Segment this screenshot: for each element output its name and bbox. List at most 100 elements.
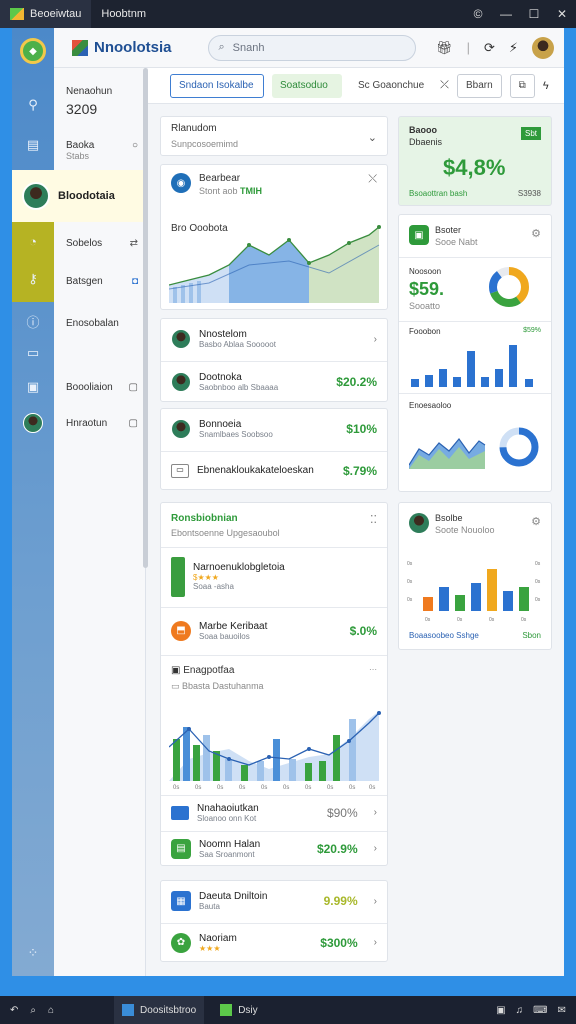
taskbar-app-1[interactable]: Doositsbtroo: [114, 996, 205, 1024]
svg-text:0s: 0s: [489, 617, 495, 623]
list-item[interactable]: Dootnoka Saobnboo alb Sbaaaa $20.2%: [161, 361, 387, 401]
nav-item-5[interactable]: Boooliaion ▢: [54, 382, 146, 393]
home-icon[interactable]: ⌂: [48, 1005, 54, 1016]
list-item[interactable]: Nnostelom Basbo Ablaa Sooooot ›: [161, 319, 387, 359]
stats-card: ▣ Bsoter Sooe Nabt ⚙ Noosoon $59. Sooatt…: [398, 214, 552, 492]
chevron-right-icon: ›: [373, 807, 377, 818]
leaf-icon: ✿: [171, 932, 191, 953]
pulse-icon[interactable]: ϟ: [543, 80, 549, 92]
browser-tab-2[interactable]: Hoobtnm: [91, 0, 156, 28]
chart-icon: [171, 805, 189, 820]
nav-item-3[interactable]: Batsgen ◘: [54, 276, 146, 287]
list-item[interactable]: Nnahaoiutkan Sloanoo onn Kot $90% ›: [161, 795, 387, 829]
info-icon[interactable]: ⓘ: [22, 310, 44, 332]
list-card-5: ▦ Daeuta Dniltoin Bauta 9.99% › ✿ Naoriam ★…: [160, 880, 388, 962]
svg-text:0s: 0s: [283, 785, 289, 789]
tools-icon[interactable]: ⚷: [22, 268, 44, 290]
filter-dropdown[interactable]: Rlanudom Sunpcosoemimd ⌄: [160, 116, 388, 156]
minimize-button[interactable]: —: [492, 7, 520, 21]
drop-icon: ◉: [171, 173, 191, 193]
browser-tab-1[interactable]: Beoeiwtau: [0, 0, 92, 28]
tray-icon[interactable]: ⌨: [533, 1005, 547, 1016]
list-card-1: Nnostelom Basbo Ablaa Sooooot › Dootnoka S…: [160, 318, 388, 402]
ring-chart: [499, 427, 539, 467]
header-actions: 🎁︎ | ⟳ ⚡: [436, 36, 554, 59]
doc-icon: [171, 556, 185, 597]
nav-item-2[interactable]: Sobelos ⇄: [54, 238, 146, 249]
line-area-chart: [409, 438, 486, 469]
notifications-icon[interactable]: ⚡: [509, 40, 518, 56]
apps-grid-icon[interactable]: ⁘: [22, 942, 44, 964]
search-input[interactable]: ⌕ Snanh: [207, 34, 416, 61]
nav-item-1[interactable]: Baoka Stabs ○: [54, 140, 146, 161]
back-icon[interactable]: ↶: [10, 1005, 18, 1016]
user-avatar[interactable]: [532, 36, 554, 59]
taskbar: ↶ ⌕ ⌂ Doositsbtroo Dsiy ▣ ♫ ⌨ ✉: [0, 996, 576, 1024]
expand-icon[interactable]: ⤫: [440, 79, 449, 92]
maximize-button[interactable]: ☐: [520, 7, 548, 21]
avatar: [171, 419, 191, 439]
shuffle-icon: ⇄: [129, 238, 138, 249]
separator: |: [466, 40, 470, 55]
tray-icon[interactable]: ✉: [558, 1005, 566, 1016]
list-item[interactable]: ⬒ Marbe Keribaat Soaa bauoilos $.0%: [161, 607, 387, 653]
user-icon[interactable]: [22, 412, 44, 434]
tray-icon[interactable]: ▣: [496, 1005, 505, 1016]
chart-card: ◉ Bearbear Stont aob TMIH ⤬ Bro Ooobota: [160, 164, 388, 310]
list-item[interactable]: ▤ Noomn Halan Saa Sroanmont $20.9% ›: [161, 831, 387, 865]
svg-text:0s: 0s: [407, 597, 413, 603]
gallery-icon[interactable]: ▣: [22, 376, 44, 398]
close-button[interactable]: ✕: [548, 7, 576, 21]
system-tray: ▣ ♫ ⌨ ✉: [496, 1005, 566, 1016]
refresh-icon[interactable]: ⟳: [484, 40, 495, 56]
brand[interactable]: Nnoolotsia: [72, 39, 172, 56]
list-item[interactable]: ▦ Daeuta Dniltoin Bauta 9.99% ›: [161, 881, 387, 921]
svg-text:0s: 0s: [349, 785, 355, 789]
settings-icon[interactable]: ⚙: [531, 227, 541, 240]
gift-icon[interactable]: 🎁︎: [436, 40, 453, 56]
nav-item-active[interactable]: Bloodotaia: [12, 170, 143, 222]
profile-icon[interactable]: ©: [464, 7, 492, 21]
search-icon: ⌕: [218, 41, 225, 53]
lock-icon: ◘: [131, 276, 138, 287]
list-card-2: Bonnoeia Snamlbaes Soobsoo $10% ▭ Ebnenak…: [160, 408, 388, 490]
taskbar-app-2[interactable]: Dsiy: [212, 996, 265, 1024]
tray-icon[interactable]: ♫: [516, 1005, 524, 1016]
table-icon[interactable]: ▤: [22, 134, 44, 156]
nav-item-4[interactable]: Enosobalan: [54, 318, 146, 329]
key-icon[interactable]: ⚲: [22, 94, 44, 116]
donut-chart: [489, 267, 529, 307]
nav-item-summary[interactable]: Nenaohun 3209: [54, 86, 146, 117]
green-tab-button[interactable]: Soatsoduo: [272, 73, 342, 98]
lock-icon: ⬒: [171, 620, 191, 641]
list-item[interactable]: ▭ Ebnenakloukakateloeskan $.79%: [161, 451, 387, 489]
svg-text:0s: 0s: [305, 785, 311, 789]
search-icon[interactable]: ⌕: [30, 1005, 36, 1016]
svg-text:0s: 0s: [535, 579, 541, 585]
svg-text:0s: 0s: [217, 785, 223, 789]
list-item[interactable]: Bonnoeia Snamlbaes Soobsoo $10%: [161, 409, 387, 449]
settings-icon[interactable]: ⚙: [531, 515, 541, 528]
clock-icon[interactable]: ◔: [22, 230, 44, 252]
primary-tab-button[interactable]: Sndaon Isokalbe: [170, 73, 264, 98]
toolbar: Sndaon Isokalbe Soatsoduo Sc Goaonchue ⤫…: [148, 68, 564, 104]
scrollbar[interactable]: [143, 68, 148, 568]
chevron-right-icon: ›: [373, 333, 377, 345]
box-button[interactable]: Bbarn: [456, 73, 502, 98]
copy-button[interactable]: ⧉: [509, 73, 535, 98]
avatar: [171, 371, 191, 392]
list-item[interactable]: Narnoenuklobgletoia $★★★ Soaa -asha: [161, 547, 387, 605]
app-window: ◆ ⚲ ▤ ◔ ⚷ ⓘ ▭ ▣ ⁘ Nnoolotsia ⌕ Snanh 🎁︎ |…: [12, 28, 564, 976]
nav-item-6[interactable]: Hnraotun ▢: [54, 418, 146, 429]
mixed-chart: 0s 0s 0s 0s 0s 0s 0s 0s 0s 0s: [169, 711, 381, 789]
image-icon[interactable]: ▭: [22, 342, 44, 364]
more-icon[interactable]: ⁚⁚: [370, 513, 377, 526]
plain-tab-button[interactable]: Sc Goaonchue: [350, 74, 432, 98]
collapse-icon[interactable]: ⤬: [368, 173, 377, 186]
more-icon[interactable]: ⋯: [369, 665, 377, 674]
app-icon: [220, 1004, 233, 1016]
list-item[interactable]: ✿ Naoriam ★★★ $300% ›: [161, 923, 387, 961]
app-logo-icon[interactable]: ◆: [20, 38, 46, 64]
square-icon: ▢: [128, 418, 138, 429]
svg-text:0s: 0s: [535, 597, 541, 603]
